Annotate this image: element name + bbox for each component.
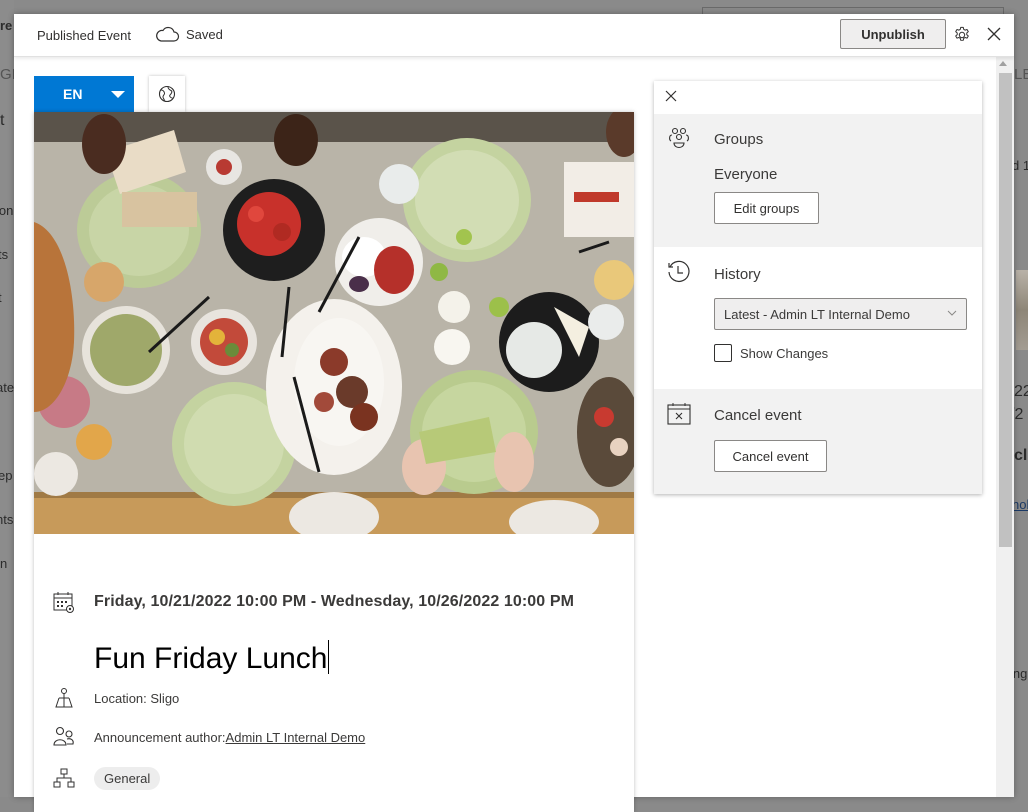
scroll-up-arrow-icon[interactable] bbox=[999, 61, 1007, 66]
background-text: /2 bbox=[1014, 406, 1024, 423]
event-author-row: Announcement author: Admin LT Internal D… bbox=[52, 725, 365, 749]
calendar-settings-icon bbox=[52, 590, 76, 614]
event-date-range: Friday, 10/21/2022 10:00 PM - Wednesday,… bbox=[94, 593, 575, 610]
background-text: 22 bbox=[1014, 383, 1028, 400]
cancel-event-button[interactable]: Cancel event bbox=[714, 440, 827, 472]
calendar-cancel-icon bbox=[667, 403, 691, 425]
history-section: History Latest - Admin LT Internal Demo … bbox=[654, 247, 982, 389]
groups-icon bbox=[669, 127, 689, 149]
language-selector[interactable]: EN bbox=[34, 76, 134, 112]
event-author-link[interactable]: Admin LT Internal Demo bbox=[226, 730, 366, 745]
edit-groups-button[interactable]: Edit groups bbox=[714, 192, 819, 224]
background-app-right: LE d 1 22 /2 cl nol ing bbox=[1014, 0, 1028, 797]
chevron-down-icon bbox=[947, 310, 957, 316]
cancel-event-section: Cancel event Cancel event bbox=[654, 389, 982, 494]
background-text: LE bbox=[1014, 66, 1028, 83]
groups-section: Groups Everyone Edit groups bbox=[654, 114, 982, 247]
background-text: ts bbox=[0, 247, 9, 262]
text-cursor bbox=[328, 640, 330, 674]
event-location: Location: Sligo bbox=[94, 690, 180, 706]
caret-down-icon bbox=[111, 91, 125, 98]
background-text: nts bbox=[0, 512, 14, 527]
globe-icon bbox=[158, 85, 176, 103]
cloud-icon bbox=[156, 26, 180, 42]
event-title-input[interactable]: Fun Friday Lunch bbox=[94, 640, 330, 676]
page-status-title: Published Event bbox=[37, 28, 131, 43]
show-changes-label: Show Changes bbox=[740, 345, 829, 361]
event-card: Friday, 10/21/2022 10:00 PM - Wednesday,… bbox=[34, 112, 634, 812]
background-text: ate bbox=[0, 380, 15, 395]
history-icon bbox=[668, 260, 690, 282]
background-text: ep bbox=[0, 468, 13, 483]
groups-title: Groups bbox=[714, 131, 764, 148]
background-text: n bbox=[0, 556, 8, 571]
show-changes-checkbox[interactable] bbox=[714, 344, 732, 362]
show-changes-option[interactable]: Show Changes bbox=[714, 344, 828, 362]
gear-icon[interactable] bbox=[953, 26, 971, 44]
close-icon[interactable] bbox=[987, 27, 1001, 41]
event-hero-image bbox=[34, 112, 634, 534]
event-category-row: General bbox=[52, 766, 161, 790]
unpublish-button[interactable]: Unpublish bbox=[840, 19, 946, 49]
background-text: nol bbox=[1014, 497, 1028, 512]
groups-value: Everyone bbox=[714, 166, 778, 183]
hierarchy-icon bbox=[52, 766, 76, 790]
panel-header: Published Event Saved Unpublish bbox=[14, 14, 1014, 57]
save-status: Saved bbox=[154, 25, 223, 43]
background-text: t bbox=[0, 112, 5, 129]
people-icon bbox=[52, 725, 76, 749]
history-version-value: Latest - Admin LT Internal Demo bbox=[724, 307, 910, 322]
translate-button[interactable] bbox=[149, 76, 185, 112]
background-text: re bbox=[0, 18, 13, 33]
background-image bbox=[1016, 270, 1028, 350]
hero-photo bbox=[34, 112, 634, 534]
event-location-row: Location: Sligo bbox=[52, 686, 179, 710]
language-selector-label: EN bbox=[63, 86, 83, 102]
location-pin-icon bbox=[52, 686, 76, 710]
cancel-event-title: Cancel event bbox=[714, 407, 802, 424]
background-app-left: re GI t ion ts t ate ep nts n bbox=[0, 0, 16, 797]
scrollbar-thumb[interactable] bbox=[999, 73, 1012, 547]
close-panel-icon[interactable] bbox=[664, 89, 678, 103]
background-text: ing bbox=[1014, 666, 1028, 681]
background-text: ion bbox=[0, 203, 14, 218]
background-text: d 1 bbox=[1014, 158, 1028, 173]
background-text: cl bbox=[1014, 447, 1028, 464]
event-author-label: Announcement author: bbox=[94, 729, 226, 745]
category-tag[interactable]: General bbox=[94, 766, 161, 790]
event-editor-panel: Published Event Saved Unpublish EN Frida… bbox=[14, 14, 1014, 812]
event-options-panel: Groups Everyone Edit groups History Late… bbox=[654, 81, 982, 494]
event-date-row: Friday, 10/21/2022 10:00 PM - Wednesday,… bbox=[52, 590, 574, 614]
history-title: History bbox=[714, 266, 761, 283]
background-text: t bbox=[0, 290, 2, 305]
save-status-label: Saved bbox=[186, 26, 223, 42]
event-title: Fun Friday Lunch bbox=[94, 642, 328, 675]
history-version-dropdown[interactable]: Latest - Admin LT Internal Demo bbox=[714, 298, 967, 330]
